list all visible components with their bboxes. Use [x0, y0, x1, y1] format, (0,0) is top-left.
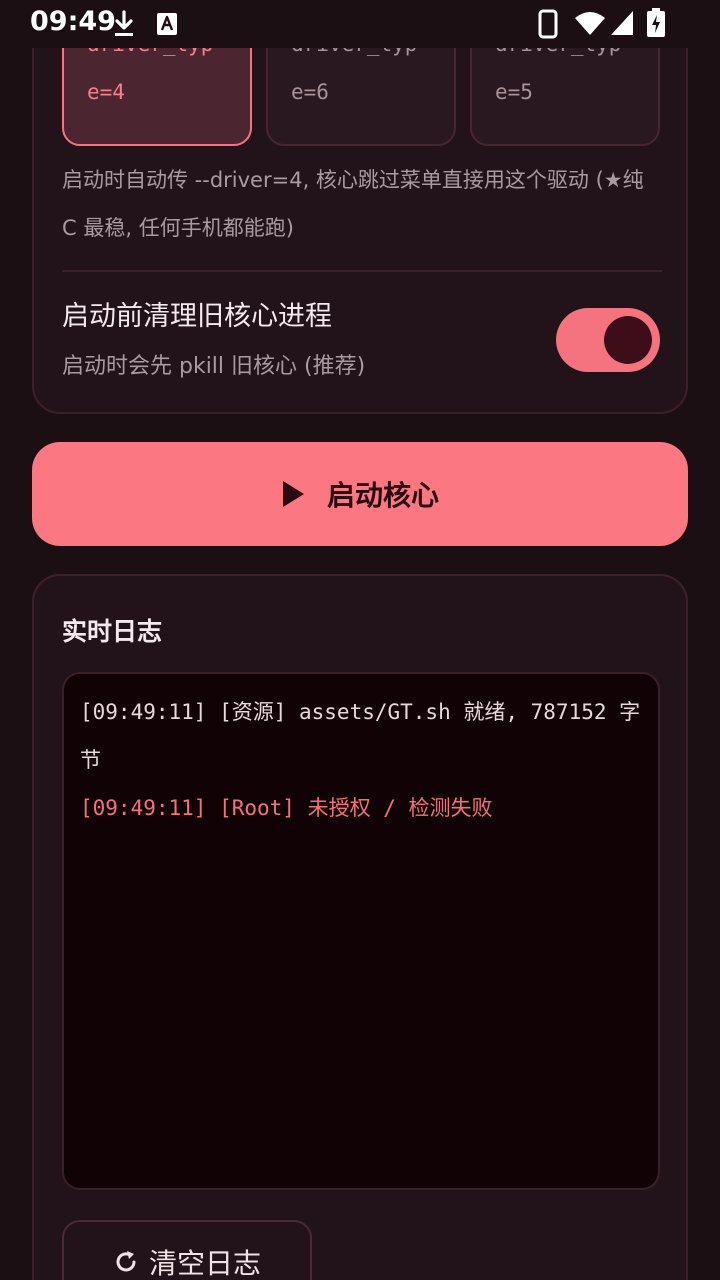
driver-option-value: e=5: [495, 80, 533, 104]
play-icon: [282, 481, 304, 507]
wifi-icon: [575, 12, 605, 35]
refresh-icon: [116, 1251, 136, 1272]
settings-card: driver_typ e=4 driver_typ e=6 driver_typ…: [32, 0, 688, 414]
start-core-button[interactable]: 启动核心: [32, 442, 688, 546]
log-line: [09:49:11] [资源] assets/GT.sh 就绪, 787152 …: [80, 700, 641, 772]
log-line-error: [09:49:11] [Root] 未授权 / 检测失败: [80, 796, 493, 820]
status-bar: 09:49: [0, 0, 720, 48]
pkill-toggle[interactable]: [556, 308, 660, 372]
screen: 09:49 driver_typ e=4 driv: [0, 0, 720, 1280]
pkill-setting-title: 启动前清理旧核心进程: [62, 301, 332, 332]
log-output[interactable]: [09:49:11] [资源] assets/GT.sh 就绪, 787152 …: [62, 672, 660, 1190]
battery-charging-icon: [647, 8, 665, 37]
log-card: 实时日志 [09:49:11] [资源] assets/GT.sh 就绪, 78…: [32, 574, 688, 1280]
toggle-knob: [604, 316, 652, 364]
log-title: 实时日志: [62, 617, 163, 646]
download-icon: [115, 10, 133, 36]
divider: [62, 270, 662, 272]
driver-description: 启动时自动传 --driver=4, 核心跳过菜单直接用这个驱动 (★纯 C 最…: [62, 168, 644, 240]
phone-icon: [538, 9, 558, 39]
start-core-label: 启动核心: [326, 479, 439, 512]
clear-log-button[interactable]: 清空日志: [62, 1220, 312, 1280]
signal-icon: [611, 11, 633, 35]
driver-option-value: e=6: [291, 80, 329, 104]
pkill-setting-subtitle: 启动时会先 pkill 旧核心 (推荐): [62, 354, 366, 379]
keyboard-a-icon: [157, 13, 177, 35]
status-time: 09:49: [30, 6, 116, 37]
driver-option-value: e=4: [87, 80, 125, 104]
clear-log-label: 清空日志: [148, 1247, 261, 1280]
